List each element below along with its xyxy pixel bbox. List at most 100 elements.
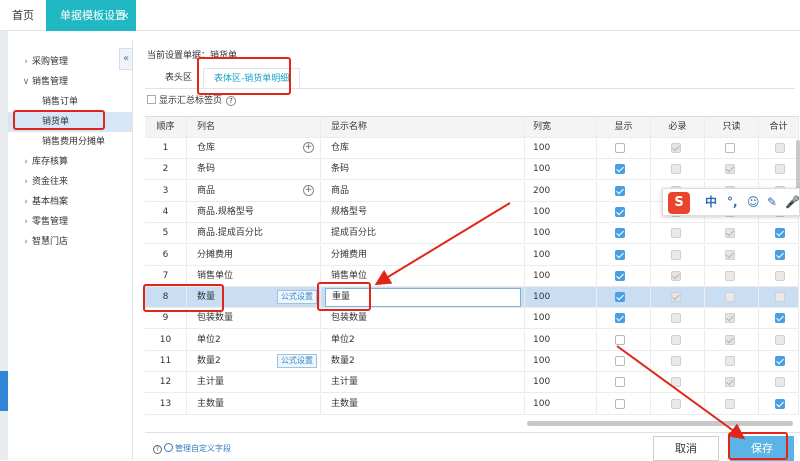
table-row[interactable]: 12 主计量 主计量 100 bbox=[145, 372, 799, 394]
display-name-cell[interactable]: 分摊费用 bbox=[321, 244, 525, 266]
sogou-logo-icon[interactable]: S bbox=[668, 192, 690, 214]
show-checkbox[interactable] bbox=[615, 398, 625, 409]
table-row[interactable]: 10 单位2 单位2 100 bbox=[145, 329, 799, 351]
column-width-cell[interactable]: 100 bbox=[525, 329, 597, 351]
manage-custom-fields-link[interactable]: ? 管理自定义字段 bbox=[153, 443, 231, 455]
show-checkbox-cell bbox=[597, 244, 651, 266]
sidebar-group-5[interactable]: › 零售管理 bbox=[20, 212, 68, 232]
ime-punctuation-icon[interactable]: °, bbox=[727, 194, 738, 210]
column-width-cell[interactable]: 100 bbox=[525, 308, 597, 330]
table-row[interactable]: 6 分摊费用 分摊费用 100 bbox=[145, 244, 799, 266]
column-width-cell[interactable]: 100 bbox=[525, 372, 597, 394]
column-width-cell[interactable]: 100 bbox=[525, 287, 597, 309]
show-checkbox[interactable] bbox=[615, 206, 625, 217]
table-row[interactable]: 8 数量 公式设置 重量 100 bbox=[145, 287, 799, 309]
table-row[interactable]: 9 包装数量 包装数量 100 bbox=[145, 308, 799, 330]
sum-checkbox[interactable] bbox=[775, 249, 785, 260]
sum-checkbox[interactable] bbox=[775, 228, 785, 239]
column-width-cell[interactable]: 100 bbox=[525, 265, 597, 287]
display-name-cell[interactable]: 条码 bbox=[321, 159, 525, 181]
sidebar-item-0[interactable]: 销售订单 bbox=[8, 92, 132, 112]
sidebar-item-2[interactable]: 销售费用分摊单 bbox=[8, 132, 132, 152]
horizontal-scrollbar[interactable] bbox=[527, 421, 793, 426]
display-name-cell[interactable]: 包装数量 bbox=[321, 308, 525, 330]
tab-home[interactable]: 首页 bbox=[0, 0, 46, 31]
display-name-cell[interactable]: 主数量 bbox=[321, 393, 525, 415]
display-name-cell[interactable]: 规格型号 bbox=[321, 201, 525, 223]
sidebar-group-1[interactable]: ∨ 销售管理 bbox=[20, 72, 68, 92]
ime-emoji-icon[interactable]: ☺ bbox=[747, 194, 760, 210]
column-header: 列名 bbox=[187, 117, 321, 138]
display-name-cell[interactable]: 数量2 bbox=[321, 351, 525, 372]
readonly-checkbox[interactable] bbox=[725, 143, 735, 153]
show-checkbox[interactable] bbox=[615, 185, 625, 196]
table-row[interactable]: 5 商品.提成百分比 提成百分比 100 bbox=[145, 223, 799, 245]
show-checkbox[interactable] bbox=[615, 313, 625, 324]
sidebar-group-4[interactable]: › 基本档案 bbox=[20, 192, 68, 212]
sidebar-group-0[interactable]: › 采购管理 bbox=[20, 52, 68, 72]
display-name-cell[interactable]: 商品 bbox=[321, 180, 525, 202]
show-checkbox[interactable] bbox=[615, 377, 625, 388]
formula-settings-button[interactable]: 公式设置 bbox=[277, 290, 317, 305]
show-summary-option[interactable]: 显示汇总标签页? bbox=[147, 95, 237, 107]
show-checkbox-cell bbox=[597, 372, 651, 394]
column-width-cell[interactable]: 100 bbox=[525, 201, 597, 223]
sidebar-group-2[interactable]: › 库存核算 bbox=[20, 152, 68, 172]
show-checkbox[interactable] bbox=[615, 249, 625, 260]
show-summary-checkbox[interactable] bbox=[147, 95, 156, 104]
column-width-cell[interactable]: 100 bbox=[525, 244, 597, 266]
show-checkbox[interactable] bbox=[615, 270, 625, 281]
formula-settings-button[interactable]: 公式设置 bbox=[277, 354, 317, 368]
display-name-cell[interactable]: 提成百分比 bbox=[321, 223, 525, 245]
add-field-icon[interactable]: + bbox=[303, 142, 314, 153]
readonly-checkbox-cell bbox=[705, 138, 759, 159]
annotation-box-body-tab bbox=[197, 57, 291, 95]
column-width-cell[interactable]: 100 bbox=[525, 351, 597, 372]
table-row[interactable]: 1 仓库 + 仓库 100 bbox=[145, 138, 799, 159]
sidebar-group-6[interactable]: › 智慧门店 bbox=[20, 232, 68, 252]
table-row[interactable]: 7 销售单位 销售单位 100 bbox=[145, 265, 799, 287]
cancel-button[interactable]: 取消 bbox=[653, 436, 719, 461]
column-name: 商品.提成百分比 bbox=[197, 228, 263, 239]
column-header: 只读 bbox=[705, 117, 759, 138]
show-checkbox-cell bbox=[597, 308, 651, 330]
ime-toolbar: S 中 °, ☺ ✎ 🎤 bbox=[662, 188, 800, 216]
column-width-cell[interactable]: 100 bbox=[525, 159, 597, 181]
tab-header-area[interactable]: 表头区 bbox=[155, 68, 202, 88]
column-width-cell[interactable]: 100 bbox=[525, 393, 597, 415]
ime-handwriting-icon[interactable]: ✎ bbox=[767, 194, 777, 210]
column-width-cell[interactable]: 200 bbox=[525, 180, 597, 202]
show-checkbox[interactable] bbox=[615, 292, 625, 303]
column-name-cell: 主数量 bbox=[187, 393, 321, 415]
sum-checkbox[interactable] bbox=[775, 398, 785, 409]
column-width-cell[interactable]: 100 bbox=[525, 223, 597, 245]
help-icon[interactable]: ? bbox=[226, 96, 237, 106]
table-row[interactable]: 2 条码 条码 100 bbox=[145, 159, 799, 181]
readonly-checkbox bbox=[725, 377, 735, 388]
table-row[interactable]: 11 数量2 公式设置 数量2 100 bbox=[145, 351, 799, 372]
show-checkbox[interactable] bbox=[615, 164, 625, 175]
readonly-checkbox-cell bbox=[705, 372, 759, 394]
ime-chinese-mode-icon[interactable]: 中 bbox=[705, 194, 717, 210]
show-checkbox[interactable] bbox=[615, 228, 625, 239]
column-name: 商品 bbox=[197, 185, 216, 196]
ime-voice-icon[interactable]: 🎤 bbox=[785, 194, 800, 210]
close-icon[interactable]: × bbox=[121, 0, 130, 31]
show-checkbox[interactable] bbox=[615, 356, 625, 366]
add-field-icon[interactable]: + bbox=[303, 184, 314, 196]
sum-checkbox[interactable] bbox=[775, 313, 785, 324]
table-row[interactable]: 13 主数量 主数量 100 bbox=[145, 393, 799, 415]
sum-checkbox[interactable] bbox=[775, 356, 785, 366]
column-width-cell[interactable]: 100 bbox=[525, 138, 597, 159]
sidebar-group-3[interactable]: › 资金往来 bbox=[20, 172, 68, 192]
display-name-cell[interactable]: 仓库 bbox=[321, 138, 525, 159]
show-checkbox[interactable] bbox=[615, 334, 625, 345]
readonly-checkbox-cell bbox=[705, 244, 759, 266]
sum-checkbox-cell bbox=[759, 223, 799, 245]
display-name-cell[interactable]: 单位2 bbox=[321, 329, 525, 351]
chevron-right-icon: › bbox=[24, 197, 28, 207]
show-checkbox[interactable] bbox=[615, 143, 625, 153]
collapse-sidebar-icon[interactable]: « bbox=[119, 48, 133, 70]
tab-template-settings[interactable]: 单据模板设置 × bbox=[46, 0, 136, 31]
display-name-cell[interactable]: 主计量 bbox=[321, 372, 525, 394]
